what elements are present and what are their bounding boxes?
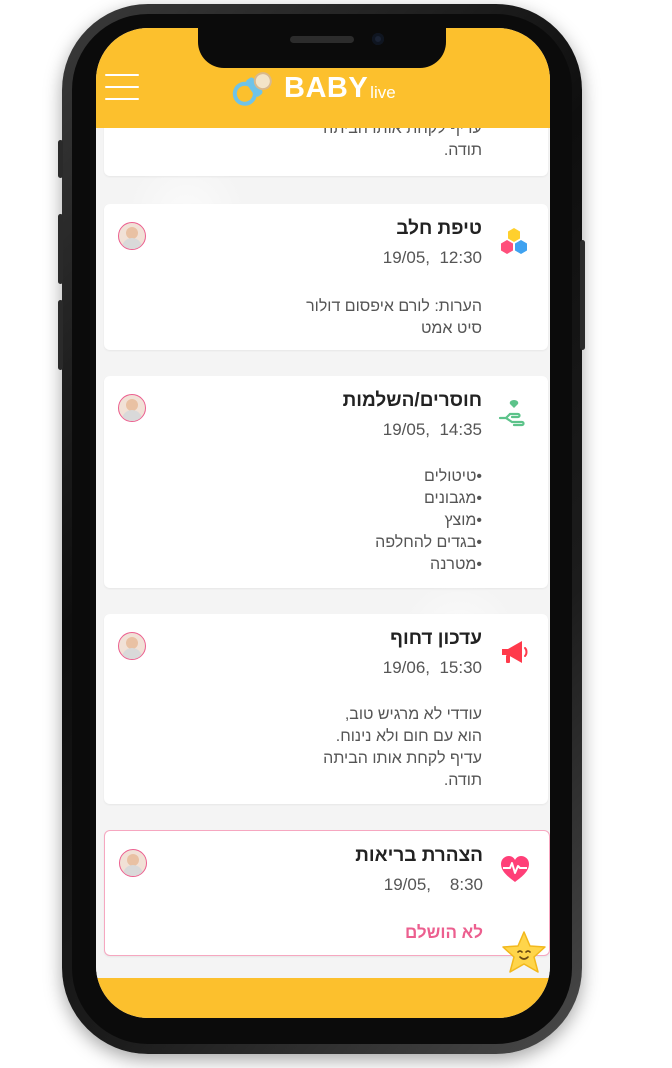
phone-notch (198, 24, 446, 68)
side-button-volume-up (58, 214, 63, 284)
card-datetime: 19/05, 12:30 (383, 248, 482, 268)
avatar[interactable] (118, 222, 146, 250)
body-line: •טיטולים (424, 468, 482, 485)
front-camera (372, 33, 384, 45)
card-time: 12:30 (439, 248, 482, 267)
body-line: עדיף לקחת אותו הביתה (323, 750, 482, 767)
hexagons-icon (501, 228, 527, 254)
card-time: 15:30 (439, 658, 482, 677)
body-line: תודה. (443, 772, 482, 789)
body-line: •מטרנה (430, 556, 482, 573)
list-item[interactable]: טיפת חלב 19/05, 12:30 הערות: לורם איפסום… (104, 204, 548, 350)
card-datetime: 19/05, 8:30 (384, 875, 483, 895)
card-title: עדכון דחוף (390, 628, 482, 649)
card-time: 8:30 (449, 875, 483, 894)
bottom-bar (96, 978, 550, 1018)
screen: BABY live עדיף לקחת אותו הביתה תודה. טיפ… (96, 28, 550, 1018)
body-line: הוא עם חום ולא נינוח. (335, 728, 482, 745)
card-date: 19/06, (382, 658, 430, 677)
body-line: •מגבונים (424, 490, 482, 507)
avatar[interactable] (119, 849, 147, 877)
body-line: הערות: לורם איפסום דולור (306, 298, 482, 315)
avatar[interactable] (118, 632, 146, 660)
card-title: טיפת חלב (396, 218, 482, 239)
star-mascot-icon[interactable] (498, 928, 550, 980)
card-body: הערות: לורם איפסום דולור סיט אמט (306, 296, 482, 340)
card-title: הצהרת בריאות (355, 845, 483, 866)
speaker-grille (290, 36, 354, 43)
hamburger-menu-icon[interactable] (105, 74, 139, 100)
app-logo: BABY live (228, 64, 396, 112)
brand-name: BABY (284, 71, 369, 104)
body-line: סיט אמט (420, 320, 482, 337)
side-button-volume-down (58, 300, 63, 370)
card-body: •טיטולים •מגבונים •מוצץ •בגדים להחלפה •מ… (375, 466, 482, 576)
list-item[interactable]: חוסרים/השלמות 19/05, 14:35 •טיטולים •מגב… (104, 376, 548, 588)
pacifier-icon (232, 72, 272, 106)
body-line: •מוצץ (444, 512, 482, 529)
list-item-health-declaration[interactable]: הצהרת בריאות 19/05, 8:30 לא הושלם (104, 830, 550, 956)
updates-list[interactable]: עדיף לקחת אותו הביתה תודה. טיפת חלב 19/0… (96, 128, 550, 978)
card-datetime: 19/06, 15:30 (383, 658, 482, 678)
hand-care-icon (498, 400, 525, 427)
status-label[interactable]: לא הושלם (405, 923, 483, 943)
list-item[interactable]: עדכון דחוף 19/06, 15:30 עודדי לא מרגיש ט… (104, 614, 548, 804)
megaphone-icon (502, 641, 528, 663)
card-datetime: 19/05, 14:35 (383, 420, 482, 440)
body-line: תודה. (443, 142, 482, 159)
avatar[interactable] (118, 394, 146, 422)
side-button-silent (58, 140, 63, 178)
list-item-partial[interactable]: עדיף לקחת אותו הביתה תודה. (104, 128, 548, 176)
card-title: חוסרים/השלמות (342, 390, 482, 411)
card-time: 14:35 (439, 420, 482, 439)
card-date: 19/05, (382, 248, 430, 267)
body-line: עודדי לא מרגיש טוב, (344, 706, 482, 723)
body-line: •בגדים להחלפה (375, 534, 482, 551)
body-line: עדיף לקחת אותו הביתה (323, 128, 482, 137)
card-body: עדיף לקחת אותו הביתה תודה. (323, 128, 482, 162)
card-body: עודדי לא מרגיש טוב, הוא עם חום ולא נינוח… (323, 704, 482, 792)
brand-suffix: live (370, 83, 396, 102)
heart-pulse-icon (501, 856, 529, 882)
side-button-power (580, 240, 585, 350)
card-date: 19/05, (382, 420, 430, 439)
card-date: 19/05, (383, 875, 431, 894)
